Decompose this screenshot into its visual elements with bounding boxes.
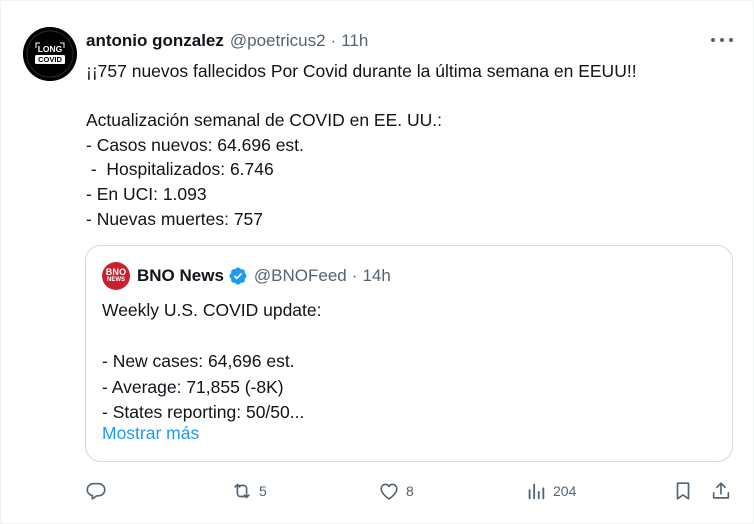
reply-icon [86, 482, 106, 500]
share-icon [712, 482, 730, 499]
long-covid-logo-icon: LONG COVID [23, 27, 77, 81]
quoted-avatar-text-top: BNO [105, 267, 127, 277]
show-more-link[interactable]: Mostrar más [102, 423, 199, 444]
author-handle[interactable]: @poetricus2 [230, 31, 326, 51]
reply-button[interactable] [85, 479, 107, 503]
quoted-author-name: BNO News [137, 266, 224, 285]
quoted-tweet-time: 14h [362, 266, 391, 285]
tweet-card: LONG COVID antonio gonzalez @poetricus2 … [0, 0, 754, 524]
quoted-avatar-text-bottom: NEWS [107, 277, 125, 283]
bookmark-icon [676, 482, 690, 500]
avatar-text-bottom: COVID [38, 55, 62, 64]
verified-badge-icon [228, 266, 248, 286]
tweet-text: ¡¡757 nuevos fallecidos Por Covid durant… [86, 61, 637, 229]
tweet-header: antonio gonzalez @poetricus2 · 11h [86, 29, 368, 53]
like-button[interactable]: 8 [378, 479, 414, 503]
retweet-button[interactable]: 5 [231, 479, 267, 503]
quoted-tweet[interactable]: BNO NEWS BNO News @BNOFeed · 14h Weekly … [85, 245, 733, 462]
retweet-icon [234, 483, 250, 499]
quoted-author-handle: @BNOFeed [253, 266, 347, 285]
more-options-icon[interactable] [711, 31, 733, 49]
views-icon [528, 483, 545, 500]
tweet-time[interactable]: 11h [341, 31, 368, 51]
tweet-actions: 5 8 204 [1, 475, 754, 507]
quoted-author-avatar: BNO NEWS [102, 262, 130, 290]
views-count: 204 [553, 483, 577, 499]
like-count: 8 [406, 483, 414, 499]
avatar-text-top: LONG [38, 44, 63, 54]
quoted-separator-dot: · [351, 266, 358, 285]
share-button[interactable] [710, 479, 732, 503]
separator-dot: · [330, 31, 337, 50]
bookmark-button[interactable] [672, 479, 694, 503]
quoted-tweet-header: BNO News @BNOFeed · 14h [137, 264, 391, 288]
views-button[interactable]: 204 [525, 479, 576, 503]
retweet-count: 5 [259, 483, 267, 499]
quoted-tweet-text: Weekly U.S. COVID update: - New cases: 6… [102, 300, 322, 422]
author-avatar[interactable]: LONG COVID [23, 27, 77, 81]
author-name[interactable]: antonio gonzalez [86, 31, 224, 51]
heart-icon [380, 483, 398, 500]
